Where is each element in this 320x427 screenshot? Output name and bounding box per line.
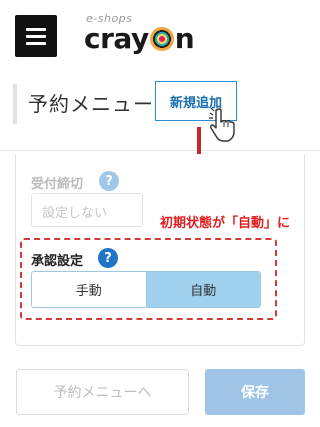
hamburger-menu-button[interactable] bbox=[15, 15, 57, 57]
deadline-help-icon[interactable]: ? bbox=[99, 171, 119, 191]
approval-label: 承認設定 bbox=[31, 254, 84, 269]
menu-line bbox=[26, 28, 46, 31]
approval-help-icon[interactable]: ? bbox=[98, 248, 118, 268]
title-accent-bar bbox=[13, 84, 17, 124]
approval-auto-option[interactable]: 自動 bbox=[146, 272, 260, 307]
logo-text-prefix: cray bbox=[84, 22, 149, 55]
approval-toggle: 手動 自動 bbox=[31, 271, 261, 308]
logo-text-suffix: n bbox=[174, 22, 195, 55]
pointer-hand-icon bbox=[209, 107, 235, 142]
page-title: 予約メニュー bbox=[28, 92, 154, 116]
back-to-menu-button[interactable]: 予約メニューへ bbox=[16, 369, 189, 415]
menu-line bbox=[26, 42, 46, 45]
save-button[interactable]: 保存 bbox=[205, 369, 305, 415]
menu-line bbox=[26, 35, 46, 38]
crayon-logo[interactable]: cray n bbox=[84, 22, 195, 55]
logo-o-icon bbox=[149, 27, 174, 51]
deadline-field[interactable]: 設定しない bbox=[31, 193, 143, 227]
deadline-label: 受付締切 bbox=[31, 177, 84, 192]
section-divider bbox=[0, 150, 320, 151]
approval-manual-option[interactable]: 手動 bbox=[32, 272, 147, 307]
annotation-text: 初期状態が「自動」に bbox=[160, 216, 291, 231]
